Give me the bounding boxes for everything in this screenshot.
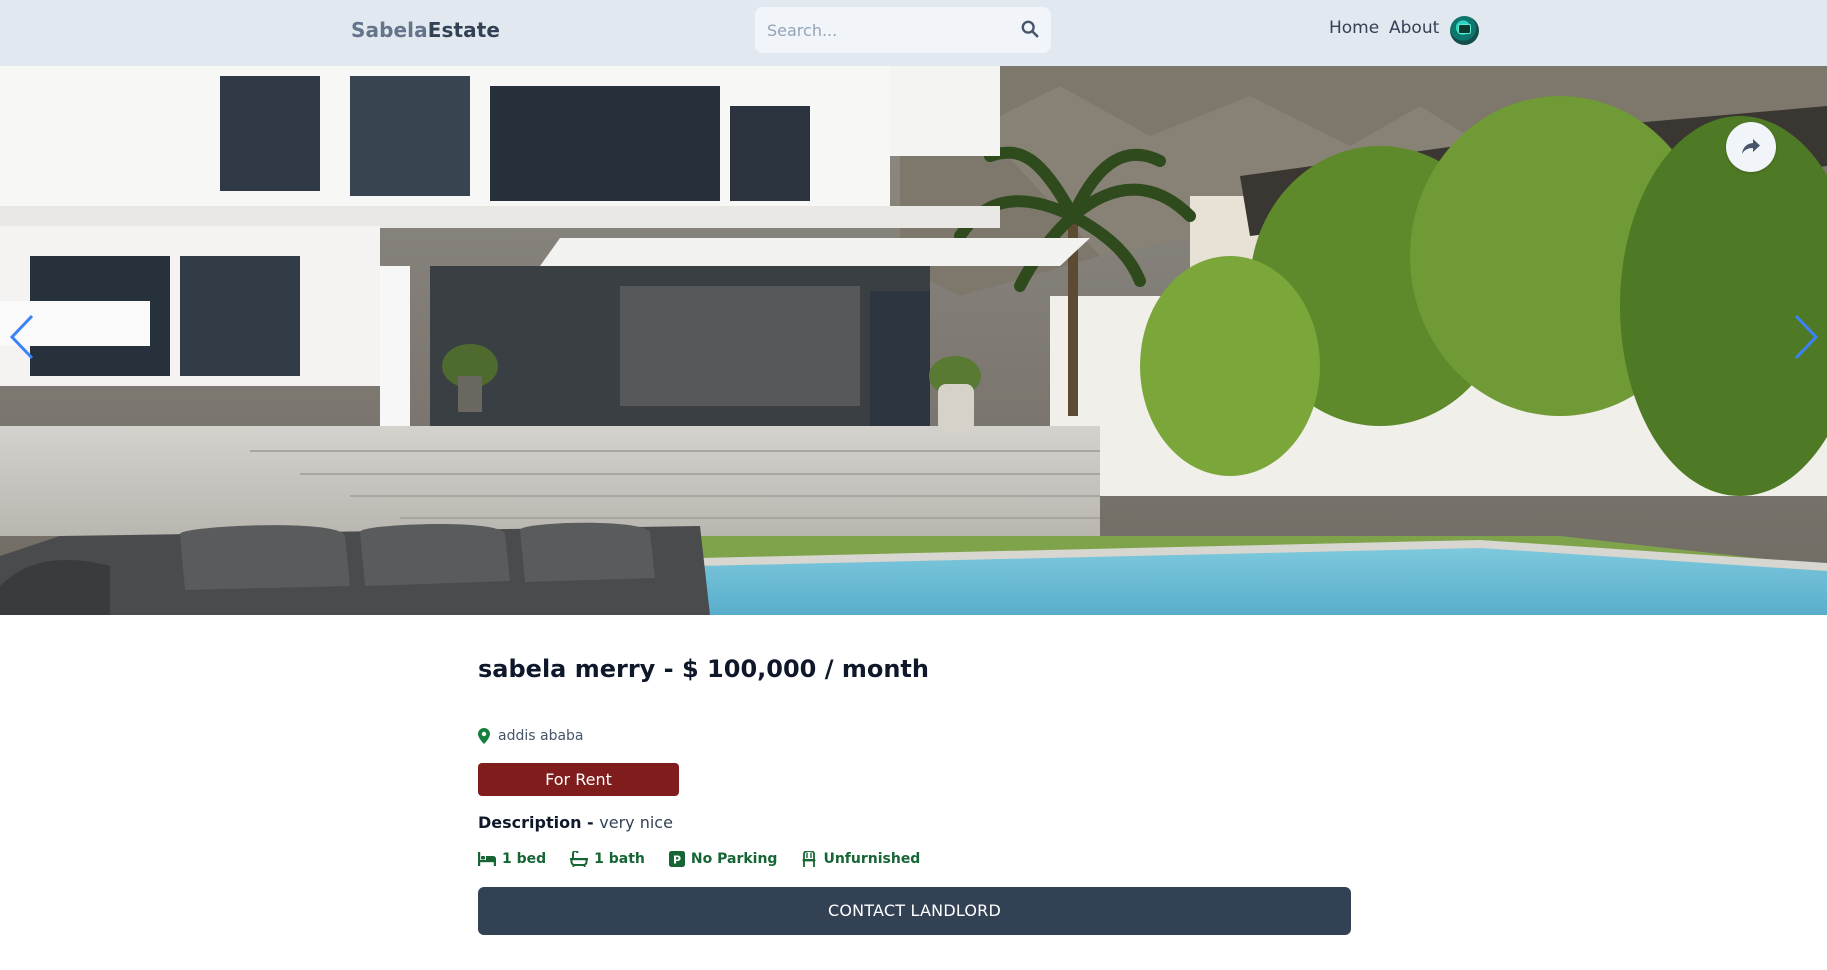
top-navbar: SabelaEstate Home About — [0, 0, 1827, 66]
feature-beds: 1 bed — [478, 851, 546, 867]
bath-icon — [570, 851, 589, 867]
search-input[interactable] — [767, 7, 1007, 53]
bed-icon — [478, 852, 496, 866]
site-logo[interactable]: SabelaEstate — [351, 18, 500, 42]
listing-image-carousel — [0, 66, 1827, 615]
parking-label: No Parking — [690, 851, 778, 867]
listing-title: sabela merry - $ 100,000 / month — [478, 655, 929, 683]
svg-text:P: P — [673, 853, 681, 866]
nav-link-home[interactable]: Home — [1329, 18, 1379, 38]
beds-label: 1 bed — [502, 851, 547, 867]
user-avatar[interactable] — [1450, 16, 1479, 45]
search-form — [755, 7, 1051, 53]
logo-text-part2: Estate — [427, 18, 501, 42]
listing-description: Description - very nice — [478, 813, 673, 832]
carousel-next-button[interactable] — [1790, 312, 1820, 362]
feature-parking: P No Parking — [668, 851, 778, 867]
chevron-right-icon — [1794, 314, 1819, 360]
feature-furnished: Unfurnished — [801, 851, 920, 867]
description-label: Description - — [478, 813, 600, 832]
listing-features: 1 bed 1 bath P No Parking Unfurnished — [478, 851, 944, 867]
nav-link-about[interactable]: About — [1389, 18, 1439, 38]
listing-type-badge: For Rent — [478, 763, 679, 796]
logo-text-part1: Sabela — [351, 18, 428, 42]
share-button[interactable] — [1726, 122, 1776, 172]
description-text: very nice — [599, 813, 673, 832]
contact-landlord-button[interactable]: CONTACT LANDLORD — [478, 887, 1351, 935]
chevron-left-icon — [9, 314, 34, 360]
listing-location: addis ababa — [478, 728, 584, 744]
search-icon[interactable] — [1021, 20, 1041, 40]
share-icon — [1742, 139, 1760, 154]
carousel-prev-button[interactable] — [8, 312, 38, 362]
feature-baths: 1 bath — [570, 851, 645, 867]
baths-label: 1 bath — [594, 851, 645, 867]
map-pin-icon — [478, 728, 490, 744]
listing-photo — [0, 66, 1827, 615]
chair-icon — [802, 851, 816, 867]
parking-icon: P — [668, 851, 685, 867]
location-text: addis ababa — [498, 728, 584, 744]
furnished-label: Unfurnished — [823, 851, 921, 867]
